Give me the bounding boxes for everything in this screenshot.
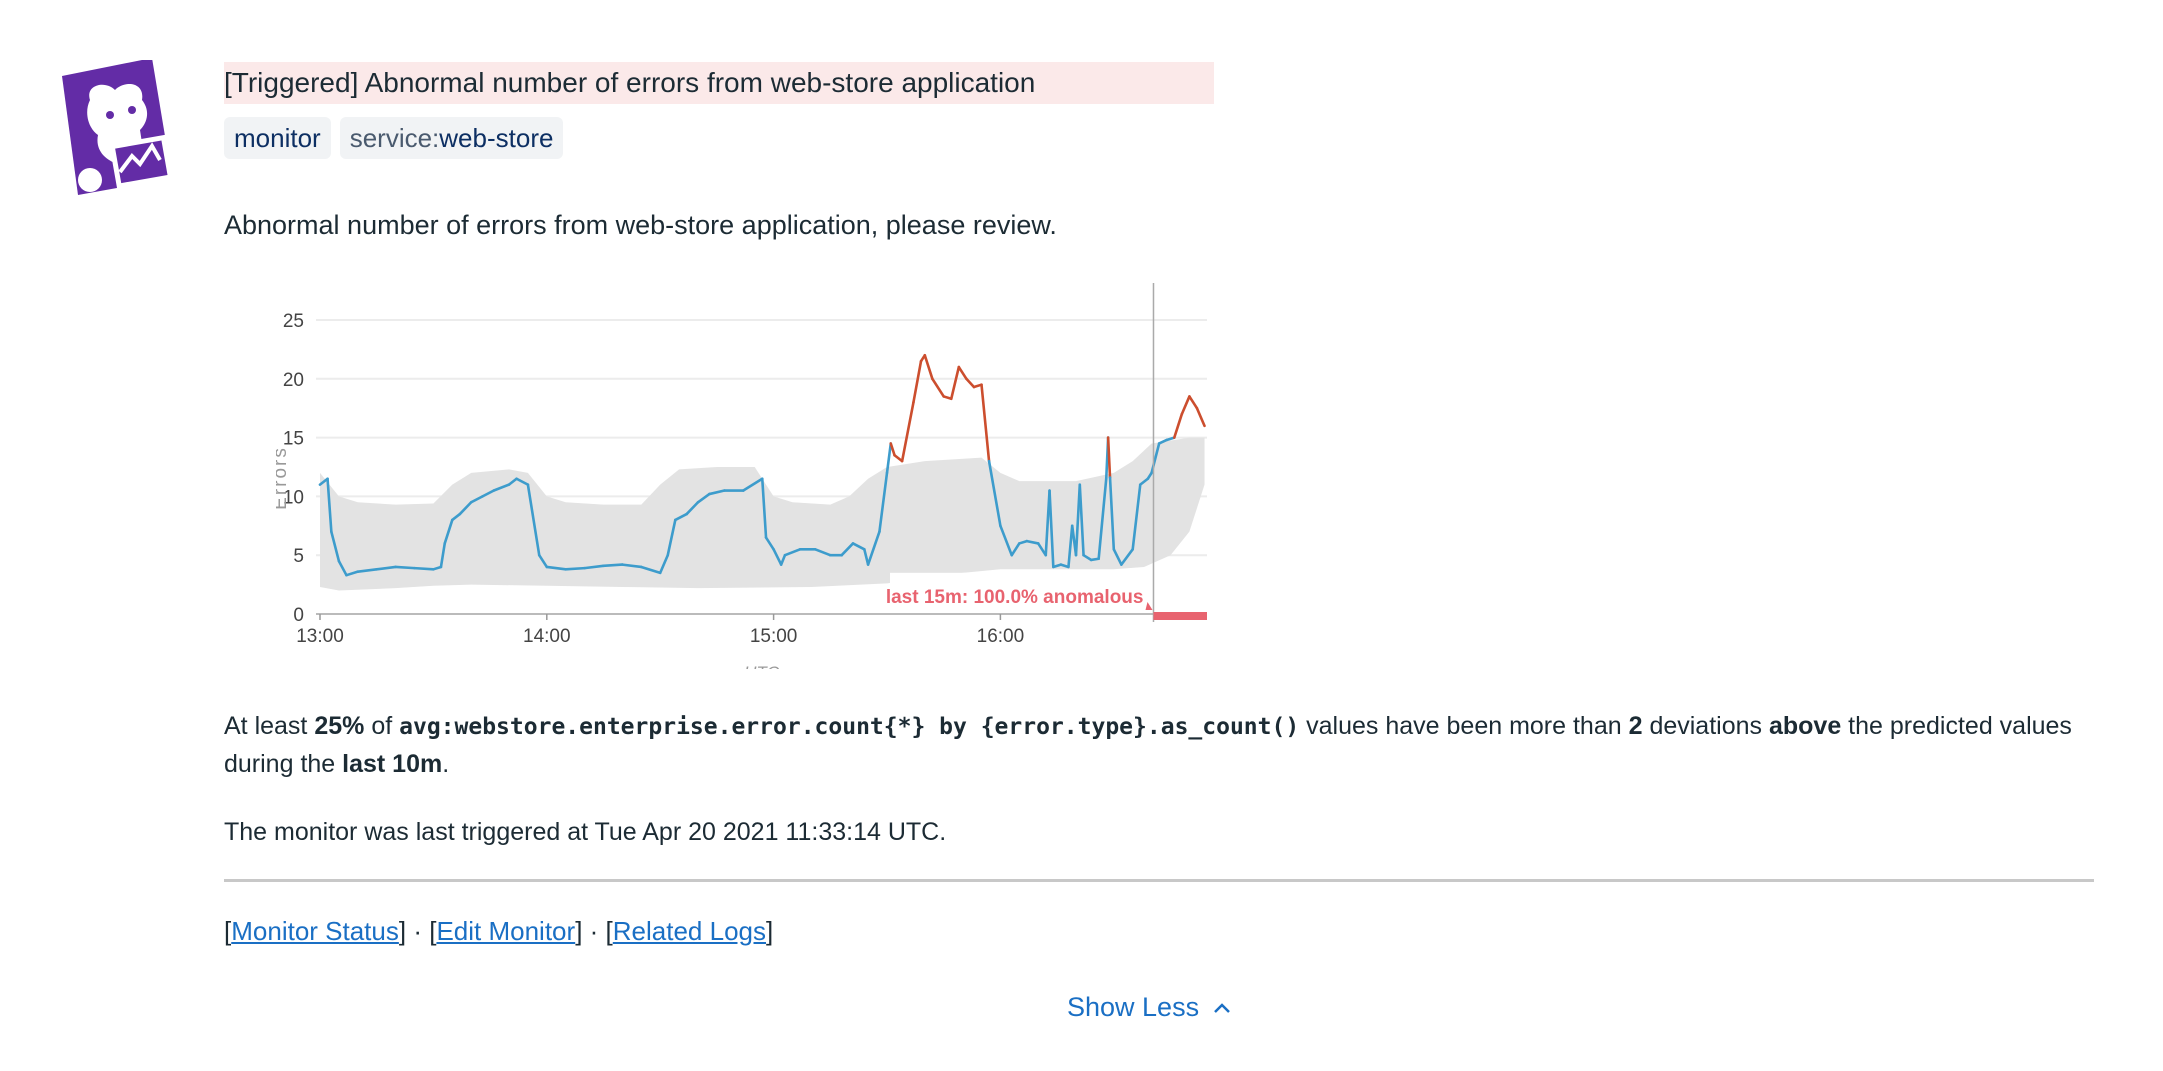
bracket: ] — [766, 916, 773, 946]
anomalous-segment — [966, 379, 974, 387]
anomalous-segment — [932, 379, 943, 397]
separator: · — [406, 916, 429, 946]
anomalous-segment — [1174, 414, 1182, 438]
anomalous-segment — [913, 361, 921, 402]
show-less-button[interactable]: Show Less — [1067, 992, 1231, 1023]
anomalous-segment — [951, 367, 959, 399]
y-axis-label: Errors — [276, 446, 291, 510]
direction: above — [1769, 712, 1841, 740]
x-axis-label: UTC — [744, 663, 780, 669]
tag-monitor[interactable]: monitor — [224, 117, 331, 159]
series-segment — [396, 567, 415, 568]
monitor-status-link[interactable]: Monitor Status — [231, 916, 399, 946]
y-tick-label: 20 — [283, 370, 304, 391]
anomalous-segment — [959, 367, 967, 379]
text: values have been more than — [1299, 712, 1628, 740]
monitor-links: [Monitor Status] · [Edit Monitor] · [Rel… — [224, 916, 773, 947]
tag-service[interactable]: service:web-store — [340, 117, 564, 159]
datadog-logo — [60, 60, 190, 210]
anomalous-segment — [1182, 396, 1190, 414]
alert-description: Abnormal number of errors from web-store… — [224, 210, 1057, 241]
y-tick-label: 25 — [283, 311, 304, 332]
divider — [224, 879, 2094, 882]
text: of — [364, 712, 399, 740]
condition-text: At least 25% of avg:webstore.enterprise.… — [224, 708, 2104, 783]
series-segment — [415, 568, 434, 569]
window: last 10m — [342, 750, 442, 778]
series-segment — [566, 568, 585, 569]
anomalous-segment — [982, 385, 990, 461]
anomalous-segment — [902, 402, 913, 461]
y-tick-label: 0 — [293, 605, 304, 626]
tag-key: service: — [350, 123, 440, 153]
x-tick-label: 16:00 — [977, 626, 1025, 647]
series-segment — [604, 565, 623, 566]
metric-query: avg:webstore.enterprise.error.count{*} b… — [399, 714, 1299, 740]
edit-monitor-link[interactable]: Edit Monitor — [436, 916, 575, 946]
anomalous-segment — [891, 443, 895, 455]
anomalous-segment — [925, 355, 933, 379]
chevron-up-icon — [1213, 1002, 1231, 1014]
alert-title: [Triggered] Abnormal number of errors fr… — [224, 62, 1214, 104]
anomalous-segment — [1108, 438, 1110, 478]
x-tick-label: 15:00 — [750, 626, 798, 647]
prediction-band — [320, 438, 1205, 591]
y-tick-label: 5 — [293, 546, 304, 567]
tag-value: monitor — [234, 123, 321, 153]
separator: · — [582, 916, 605, 946]
anomaly-chart: 0510152025Errors13:0014:0015:0016:00UTCl… — [276, 283, 1207, 669]
last-triggered: The monitor was last triggered at Tue Ap… — [224, 818, 946, 847]
x-tick-label: 13:00 — [296, 626, 344, 647]
show-less-label: Show Less — [1067, 992, 1199, 1023]
text: deviations — [1643, 712, 1769, 740]
anomaly-annotation: last 15m: 100.0% anomalous — [886, 587, 1144, 608]
threshold-pct: 25% — [314, 712, 364, 740]
text: At least — [224, 712, 314, 740]
tag-list: monitor service:web-store — [224, 117, 563, 159]
tag-value: web-store — [439, 123, 553, 153]
text: . — [442, 750, 449, 778]
bracket: [ — [606, 916, 613, 946]
x-tick-label: 14:00 — [523, 626, 571, 647]
anomalous-segment — [1189, 396, 1197, 408]
deviations: 2 — [1629, 712, 1643, 740]
anomaly-range-bar — [1153, 612, 1207, 620]
anomalous-segment — [1197, 408, 1205, 426]
related-logs-link[interactable]: Related Logs — [613, 916, 766, 946]
